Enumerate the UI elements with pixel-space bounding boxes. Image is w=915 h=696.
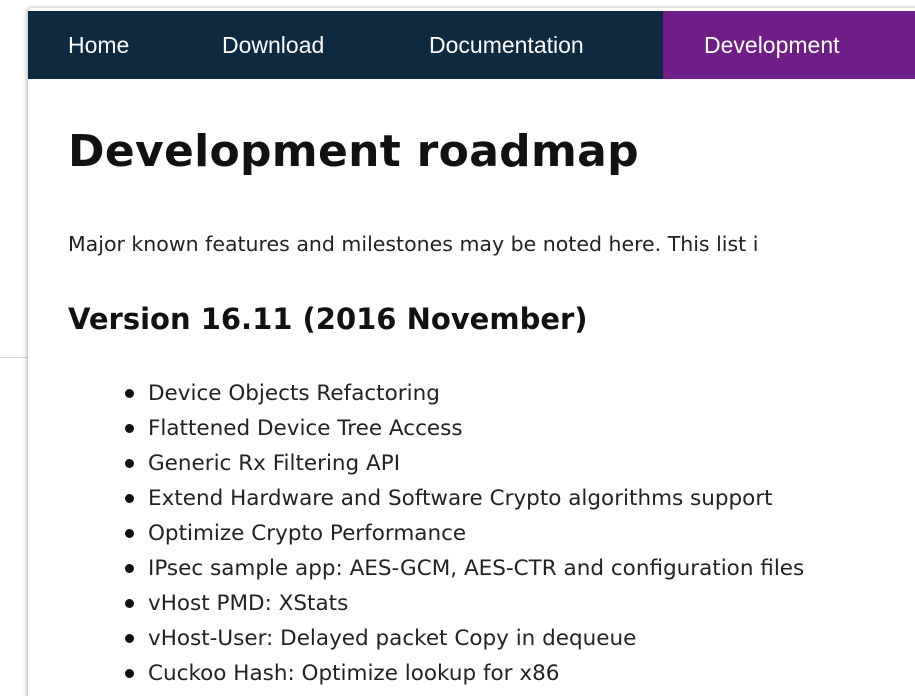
feature-text: Optimize Crypto Performance xyxy=(148,521,467,546)
feature-text: Extend Hardware and Software Crypto algo… xyxy=(148,486,773,511)
list-item: vHost-User: Delayed packet Copy in deque… xyxy=(123,621,804,656)
nav-documentation-link[interactable]: Documentation xyxy=(390,11,663,79)
feature-list: Device Objects Refactoring Flattened Dev… xyxy=(123,376,804,691)
bullet-icon xyxy=(125,459,134,468)
bullet-icon xyxy=(125,494,134,503)
feature-text: Flattened Device Tree Access xyxy=(148,416,463,441)
list-item: Optimize Crypto Performance xyxy=(123,516,804,551)
feature-text: Cuckoo Hash: Optimize lookup for x86 xyxy=(148,661,560,686)
nav-development-link[interactable]: Development xyxy=(663,11,915,79)
bullet-icon xyxy=(125,599,134,608)
page-panel: Home Download Documentation Development … xyxy=(28,8,915,696)
list-item: Extend Hardware and Software Crypto algo… xyxy=(123,481,804,516)
list-item: Generic Rx Filtering API xyxy=(123,446,804,481)
main-navbar: Home Download Documentation Development xyxy=(28,11,915,79)
bullet-icon xyxy=(125,634,134,643)
bullet-icon xyxy=(125,564,134,573)
nav-download-link[interactable]: Download xyxy=(183,11,390,79)
bullet-icon xyxy=(125,529,134,538)
bullet-icon xyxy=(125,669,134,678)
page-title: Development roadmap xyxy=(68,126,639,177)
bullet-icon xyxy=(125,424,134,433)
feature-text: Generic Rx Filtering API xyxy=(148,451,401,476)
feature-text: IPsec sample app: AES-GCM, AES-CTR and c… xyxy=(148,556,805,581)
browser-viewport: Home Download Documentation Development … xyxy=(0,0,915,696)
list-item: Device Objects Refactoring xyxy=(123,376,804,411)
bullet-icon xyxy=(125,389,134,398)
nav-home-link[interactable]: Home xyxy=(28,11,183,79)
version-heading: Version 16.11 (2016 November) xyxy=(68,302,588,336)
feature-text: Device Objects Refactoring xyxy=(148,381,440,406)
list-item: Cuckoo Hash: Optimize lookup for x86 xyxy=(123,656,804,691)
list-item: vHost PMD: XStats xyxy=(123,586,804,621)
intro-paragraph: Major known features and milestones may … xyxy=(68,232,759,256)
feature-text: vHost PMD: XStats xyxy=(148,591,349,616)
feature-text: vHost-User: Delayed packet Copy in deque… xyxy=(148,626,637,651)
list-item: IPsec sample app: AES-GCM, AES-CTR and c… xyxy=(123,551,804,586)
list-item: Flattened Device Tree Access xyxy=(123,411,804,446)
